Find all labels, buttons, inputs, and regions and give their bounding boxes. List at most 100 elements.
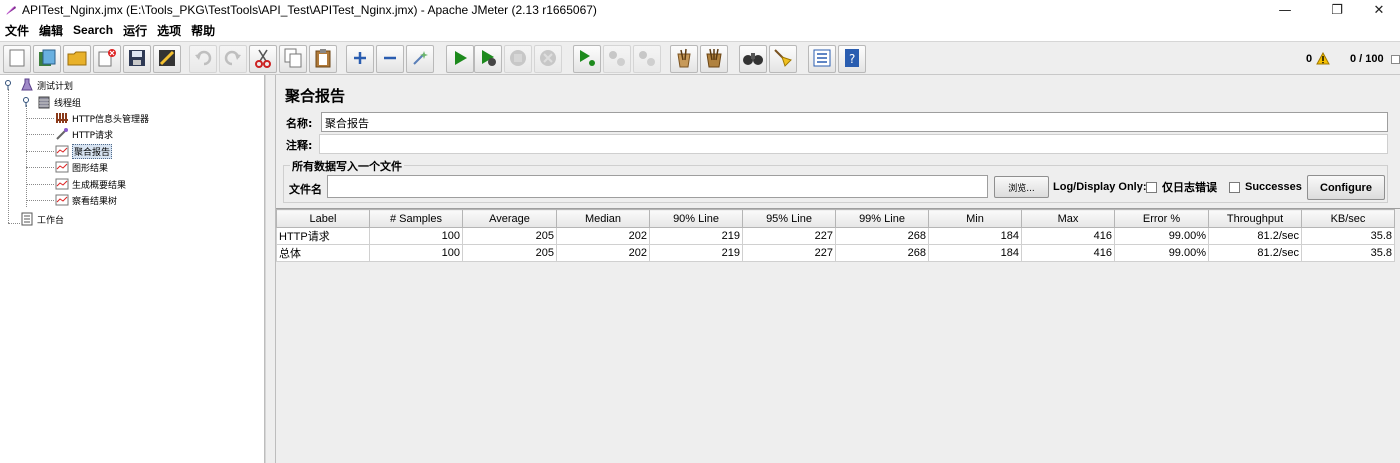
remote-shutdown-icon: [637, 49, 657, 70]
close-window-button[interactable]: ✕: [1358, 0, 1400, 20]
templates-icon: [37, 48, 57, 71]
help-button[interactable]: ?: [838, 45, 866, 73]
tree-node-http-header-manager[interactable]: HTTP信息头管理器: [55, 110, 149, 126]
column-header[interactable]: Label: [276, 209, 370, 228]
copy-button[interactable]: [279, 45, 307, 73]
remote-start-button[interactable]: [573, 45, 601, 73]
minimize-button[interactable]: —: [1262, 0, 1308, 20]
filename-label: 文件名: [289, 183, 322, 196]
column-header[interactable]: Error %: [1114, 209, 1209, 228]
menu-run[interactable]: 运行: [118, 22, 152, 39]
checkbox-box[interactable]: [1229, 181, 1240, 193]
column-header[interactable]: Throughput: [1208, 209, 1302, 228]
collapse-all-button[interactable]: [376, 45, 404, 73]
redo-icon: [224, 50, 242, 69]
remote-start-icon: [577, 49, 597, 70]
cut-button[interactable]: [249, 45, 277, 73]
remote-stop-button[interactable]: [603, 45, 631, 73]
table-cell: 202: [556, 227, 650, 245]
table-cell: 416: [1021, 227, 1115, 245]
tree-toggle-handle[interactable]: [4, 80, 12, 90]
tree-node-label: 生成概要结果: [72, 180, 127, 191]
new-button[interactable]: [3, 45, 31, 73]
shutdown-button[interactable]: [534, 45, 562, 73]
templates-button[interactable]: [33, 45, 61, 73]
tree-node-http-request[interactable]: HTTP请求: [55, 126, 113, 142]
search-button[interactable]: [739, 45, 767, 73]
column-header[interactable]: Average: [462, 209, 557, 228]
column-header[interactable]: KB/sec: [1301, 209, 1395, 228]
column-header[interactable]: # Samples: [369, 209, 463, 228]
redo-button[interactable]: [219, 45, 247, 73]
close-button[interactable]: [93, 45, 121, 73]
table-row[interactable]: 总体 100 205 202 219 227 268 184 416 99.00…: [276, 244, 1395, 262]
table-row[interactable]: HTTP请求 100 205 202 219 227 268 184 416 9…: [276, 227, 1395, 245]
tree-node-label: 聚合报告: [72, 143, 113, 159]
tree-toggle-handle[interactable]: [22, 97, 30, 107]
column-header[interactable]: 90% Line: [649, 209, 743, 228]
stop-button[interactable]: [504, 45, 532, 73]
column-header[interactable]: Median: [556, 209, 650, 228]
table-cell: 227: [742, 244, 836, 262]
remote-shutdown-button[interactable]: [633, 45, 661, 73]
panel-splitter[interactable]: [265, 75, 275, 463]
filename-input[interactable]: [327, 175, 988, 198]
broom-clear-all-icon: [704, 48, 724, 71]
configure-button[interactable]: Configure: [1307, 175, 1385, 200]
clear-all-button[interactable]: [700, 45, 728, 73]
table-cell: 99.00%: [1114, 244, 1209, 262]
tree-node-thread-group[interactable]: 线程组: [37, 94, 81, 110]
tree-node-summary-report[interactable]: 生成概要结果: [55, 176, 126, 192]
function-helper-button[interactable]: [808, 45, 836, 73]
menu-edit[interactable]: 编辑: [34, 22, 68, 39]
copy-icon: [284, 48, 302, 71]
undo-button[interactable]: [189, 45, 217, 73]
tree-node-workbench[interactable]: 工作台: [20, 211, 64, 227]
chart-icon: [55, 193, 69, 207]
menu-help[interactable]: 帮助: [186, 22, 220, 39]
tree-node-test-plan[interactable]: 测试计划: [20, 77, 73, 93]
comments-field[interactable]: [319, 134, 1388, 154]
toggle-button[interactable]: [406, 45, 434, 73]
svg-text:?: ?: [849, 52, 855, 66]
comments-label: 注释:: [286, 139, 313, 152]
start-button[interactable]: [446, 45, 474, 73]
menu-search[interactable]: Search: [68, 23, 118, 37]
clear-button[interactable]: [670, 45, 698, 73]
name-field[interactable]: 聚合报告: [321, 112, 1388, 132]
successes-checkbox[interactable]: Successes: [1229, 179, 1302, 195]
column-header[interactable]: Max: [1021, 209, 1115, 228]
table-cell: HTTP请求: [276, 227, 370, 245]
page-title: 聚合报告: [285, 87, 346, 105]
column-header[interactable]: 99% Line: [835, 209, 929, 228]
browse-button[interactable]: 浏览...: [994, 176, 1049, 198]
paste-button[interactable]: [309, 45, 337, 73]
tree-node-aggregate-report[interactable]: 聚合报告: [55, 143, 113, 159]
tree-node-label: HTTP信息头管理器: [72, 114, 150, 125]
menu-options[interactable]: 选项: [152, 22, 186, 39]
table-cell: 99.00%: [1114, 227, 1209, 245]
tree-node-graph-results[interactable]: 图形结果: [55, 159, 108, 175]
jmeter-feather-icon: [4, 3, 18, 17]
save-screenshot-button[interactable]: [153, 45, 181, 73]
column-header[interactable]: 95% Line: [742, 209, 836, 228]
broom-reset-search-icon: [773, 48, 793, 71]
tree-node-view-results-tree[interactable]: 察看结果树: [55, 192, 117, 208]
save-button[interactable]: [123, 45, 151, 73]
table-cell: 35.8: [1301, 244, 1395, 262]
reset-search-button[interactable]: [769, 45, 797, 73]
menu-file[interactable]: 文件: [0, 22, 34, 39]
table-cell: 184: [928, 244, 1022, 262]
maximize-button[interactable]: ❐: [1314, 0, 1360, 20]
warning-triangle-icon[interactable]: [1316, 51, 1330, 68]
menu-bar: 文件 编辑 Search 运行 选项 帮助: [0, 20, 1400, 40]
start-no-pauses-button[interactable]: [474, 45, 502, 73]
expand-all-button[interactable]: [346, 45, 374, 73]
open-button[interactable]: [63, 45, 91, 73]
errors-only-checkbox[interactable]: 仅日志错误: [1146, 179, 1217, 195]
clipboard-icon: [314, 48, 332, 71]
checkbox-box[interactable]: [1146, 181, 1157, 193]
scissors-icon: [254, 48, 272, 71]
column-header[interactable]: Min: [928, 209, 1022, 228]
toolbox-icon: [55, 111, 69, 125]
